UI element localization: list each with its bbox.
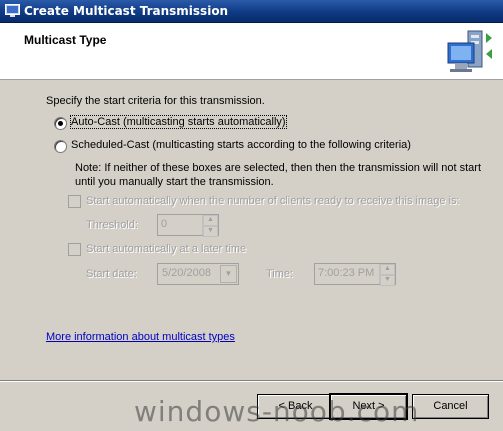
auto-cast-radio[interactable] [54,117,67,130]
cancel-button[interactable]: Cancel [412,394,489,419]
start-date-picker[interactable]: 5/20/2008 ▼ [157,263,239,285]
auto-cast-label[interactable]: Auto-Cast (multicasting starts automatic… [70,115,287,129]
start-date-value: 5/20/2008 [162,267,211,279]
clients-threshold-label: Start automatically when the number of c… [86,195,460,207]
back-button[interactable]: < Back [257,394,334,419]
spin-up-icon[interactable]: ▲ [203,215,218,226]
button-separator [0,380,503,382]
server-computer-icon [447,30,492,72]
wizard-header: Multicast Type [0,23,503,80]
spin-down-icon[interactable]: ▼ [203,226,218,237]
scheduled-cast-label[interactable]: Scheduled-Cast (multicasting starts acco… [71,139,411,151]
later-time-label: Start automatically at a later time [86,243,247,255]
time-label: Time: [266,268,294,280]
threshold-stepper[interactable]: 0 ▲ ▼ [157,214,219,237]
threshold-label: Threshold: [86,219,138,231]
note-line-1: Note: If neither of these boxes are sele… [75,162,481,174]
chevron-down-icon[interactable]: ▼ [220,265,237,283]
spin-up-icon[interactable]: ▲ [380,264,395,275]
title-bar: Create Multicast Transmission [0,0,503,23]
multicast-info-link[interactable]: More information about multicast types [46,331,235,343]
later-time-checkbox[interactable] [68,243,81,256]
start-date-label: Start date: [86,268,137,280]
threshold-value: 0 [161,218,168,230]
intro-text: Specify the start criteria for this tran… [46,95,265,107]
scheduled-cast-radio[interactable] [54,140,67,153]
wizard-icon [5,4,20,17]
spin-down-icon[interactable]: ▼ [380,275,395,286]
time-value: 7:00:23 PM [318,267,375,279]
note-line-2: until you manually start the transmissio… [75,176,274,188]
page-title: Multicast Type [24,33,107,47]
time-stepper[interactable]: 7:00:23 PM ▲ ▼ [314,263,396,286]
clients-threshold-checkbox[interactable] [68,195,81,208]
window-title: Create Multicast Transmission [24,4,229,18]
next-button[interactable]: Next > [329,393,408,420]
